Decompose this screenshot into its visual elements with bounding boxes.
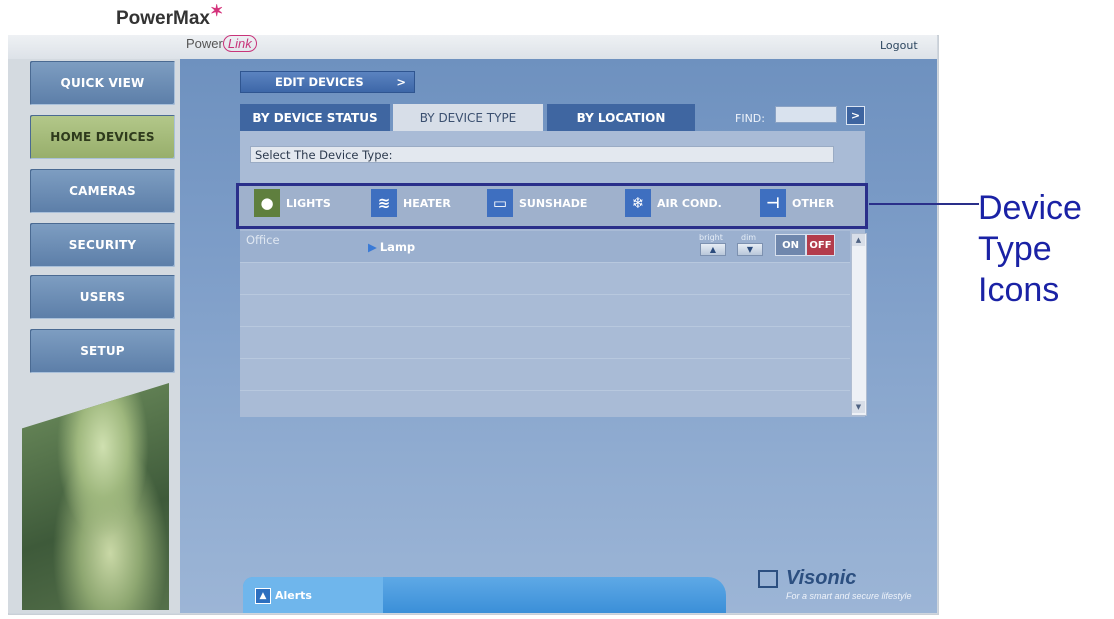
nav-home-devices[interactable]: HOME DEVICES xyxy=(30,115,175,159)
edit-devices-button[interactable]: EDIT DEVICES > xyxy=(240,71,415,93)
type-other[interactable]: ⊣ OTHER xyxy=(760,188,834,218)
nav-setup[interactable]: SETUP xyxy=(30,329,175,373)
callout-label: Device Type Icons xyxy=(978,189,1082,309)
type-sunshade[interactable]: ▭ SUNSHADE xyxy=(487,188,587,218)
dim-down-button[interactable]: ▼ xyxy=(737,243,763,256)
visonic-mark-icon xyxy=(758,569,778,588)
tab-by-device-type[interactable]: BY DEVICE TYPE xyxy=(393,104,543,131)
find-input[interactable] xyxy=(775,106,837,123)
table-row xyxy=(240,295,850,327)
powerlink-logo: Power Link xyxy=(186,35,257,52)
on-button[interactable]: ON xyxy=(775,234,806,256)
tab-by-device-status[interactable]: BY DEVICE STATUS xyxy=(240,104,390,131)
triangle-right-icon: ▶ xyxy=(368,240,377,254)
scroll-up-icon[interactable]: ▲ xyxy=(852,234,865,246)
table-row xyxy=(240,359,850,391)
type-lights[interactable]: ● LIGHTS xyxy=(254,188,331,218)
chevron-right-icon: > xyxy=(396,75,406,89)
nav-security[interactable]: SECURITY xyxy=(30,223,175,267)
off-button[interactable]: OFF xyxy=(806,234,835,256)
lightbulb-icon: ● xyxy=(254,189,280,217)
table-row xyxy=(240,327,850,359)
scrollbar[interactable] xyxy=(851,233,867,416)
chevron-up-icon[interactable]: ▲ xyxy=(255,588,271,604)
visonic-logo: Visonic xyxy=(758,567,856,590)
location-label: Office xyxy=(246,233,280,247)
scroll-down-icon[interactable]: ▼ xyxy=(852,401,865,413)
find-label: FIND: xyxy=(735,112,765,125)
powermax-logo: PowerMax✶ xyxy=(116,3,224,29)
heat-waves-icon: ≋ xyxy=(371,189,397,217)
callout-line xyxy=(869,203,979,205)
type-heater[interactable]: ≋ HEATER xyxy=(371,188,451,218)
type-air-cond[interactable]: ❄ AIR COND. xyxy=(625,188,722,218)
table-row xyxy=(240,263,850,295)
snowflake-icon: ❄ xyxy=(625,189,651,217)
select-device-type-field[interactable]: Select The Device Type: xyxy=(250,146,834,163)
top-bar xyxy=(8,35,937,59)
logout-link[interactable]: Logout xyxy=(880,39,918,52)
tab-by-location[interactable]: BY LOCATION xyxy=(547,104,695,131)
nav-users[interactable]: USERS xyxy=(30,275,175,319)
bright-label: bright xyxy=(699,233,723,242)
dim-label: dim xyxy=(741,233,757,242)
nav-cameras[interactable]: CAMERAS xyxy=(30,169,175,213)
nav-quick-view[interactable]: QUICK VIEW xyxy=(30,61,175,105)
window-shade-icon: ▭ xyxy=(487,189,513,217)
device-lamp[interactable]: ▶ Lamp xyxy=(368,240,415,254)
bright-up-button[interactable]: ▲ xyxy=(700,243,726,256)
sparkle-icon: ✶ xyxy=(209,3,224,20)
find-go-button[interactable]: > xyxy=(846,106,865,125)
alerts-label: Alerts xyxy=(275,589,312,602)
tagline: For a smart and secure lifestyle xyxy=(786,591,912,601)
plug-icon: ⊣ xyxy=(760,189,786,217)
